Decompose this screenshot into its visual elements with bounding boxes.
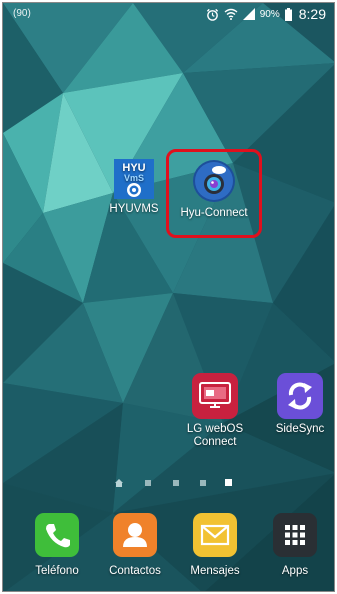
phone-screen: (90) 90% 8:29 HYU VmS HYUVMS Hyu-Connect… bbox=[2, 2, 335, 592]
app-label-lg-webos-line1: LG webOS bbox=[186, 423, 244, 435]
hyuvms-logo-text-mid: VmS bbox=[124, 173, 144, 183]
selection-highlight-box bbox=[166, 149, 262, 238]
dock-label-telefono: Teléfono bbox=[35, 565, 79, 577]
lg-webos-connect-icon bbox=[192, 373, 238, 419]
app-label-lg-webos-line2: Connect bbox=[193, 436, 237, 448]
status-notification-indicator: (90) bbox=[13, 8, 31, 19]
dock-app-contactos[interactable]: Contactos bbox=[99, 513, 171, 583]
messages-icon bbox=[193, 513, 237, 557]
status-clock: 8:29 bbox=[298, 6, 326, 22]
page-dot-2[interactable] bbox=[145, 480, 151, 486]
dock-app-apps[interactable]: Apps bbox=[265, 513, 325, 583]
wallpaper bbox=[3, 3, 334, 591]
app-label-hyuvms: HYUVMS bbox=[109, 203, 159, 215]
contacts-icon bbox=[113, 513, 157, 557]
battery-percent: 90% bbox=[259, 8, 280, 20]
alarm-icon bbox=[206, 8, 218, 21]
app-label-sidesync: SideSync bbox=[275, 423, 325, 435]
dock-label-contactos: Contactos bbox=[109, 565, 161, 577]
page-dot-current[interactable] bbox=[225, 479, 232, 486]
wifi-icon bbox=[224, 8, 238, 20]
status-icons-group: 90% 8:29 bbox=[206, 6, 326, 22]
page-dot-4[interactable] bbox=[200, 480, 206, 486]
app-hyuvms[interactable]: HYU VmS HYUVMS bbox=[99, 159, 169, 216]
dock-app-mensajes[interactable]: Mensajes bbox=[181, 513, 249, 583]
home-page-dot-icon[interactable] bbox=[115, 479, 123, 487]
battery-icon bbox=[284, 7, 292, 21]
page-indicator[interactable] bbox=[3, 479, 334, 489]
page-dot-3[interactable] bbox=[173, 480, 179, 486]
apps-grid-icon bbox=[273, 513, 317, 557]
status-bar: (90) 90% 8:29 bbox=[3, 3, 334, 29]
phone-icon bbox=[35, 513, 79, 557]
app-lg-webos-connect[interactable]: LG webOS Connect bbox=[179, 373, 251, 449]
dock-app-telefono[interactable]: Teléfono bbox=[25, 513, 89, 583]
dock-label-mensajes: Mensajes bbox=[190, 565, 240, 577]
app-sidesync[interactable]: SideSync bbox=[267, 373, 333, 436]
dock-label-apps: Apps bbox=[281, 565, 309, 577]
signal-icon bbox=[242, 8, 255, 20]
hyuvms-logo-icon: HYU VmS bbox=[114, 159, 154, 199]
sidesync-icon bbox=[277, 373, 323, 419]
